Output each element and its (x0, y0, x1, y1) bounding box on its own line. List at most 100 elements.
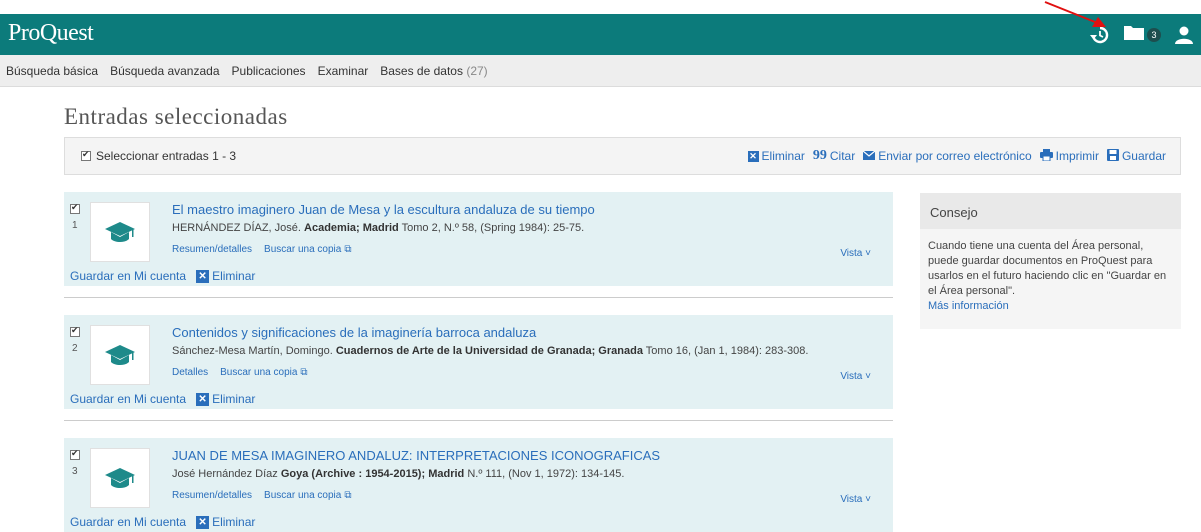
cite-label: Citar (829, 149, 856, 163)
page-title: Entradas seleccionadas (64, 104, 288, 129)
toolbar-actions: ✕ Eliminar 99 Citar Enviar por correo el… (747, 148, 1166, 164)
tip-panel: Consejo Cuando tiene una cuenta del Área… (920, 193, 1181, 329)
result-2-title[interactable]: Contenidos y significaciones de la imagi… (172, 325, 536, 340)
printer-icon (1039, 148, 1053, 164)
recent-searches-icon[interactable] (1090, 26, 1110, 44)
result-1-thumbnail[interactable] (90, 202, 150, 262)
result-2-remove-button[interactable]: ✕ Eliminar (196, 392, 255, 406)
result-3-view-label: Vista (840, 494, 863, 505)
result-3-citation: José Hernández Díaz Goya (Archive : 1954… (172, 468, 624, 480)
graduation-cap-icon (105, 345, 135, 365)
result-1-find-copy-link[interactable]: Buscar una copia ⧉ (264, 244, 351, 255)
delete-all-button[interactable]: ✕ Eliminar (747, 149, 805, 163)
folder-button[interactable]: 3 (1124, 24, 1161, 45)
result-item-3: 3 JUAN DE MESA IMAGINERO ANDALUZ: INTERP… (64, 438, 893, 532)
result-2-remove-label: Eliminar (212, 392, 256, 406)
result-1-save-account-link[interactable]: Guardar en Mi cuenta (70, 269, 186, 283)
result-3-remove-button[interactable]: ✕ Eliminar (196, 515, 255, 529)
select-all-control[interactable]: Seleccionar entradas 1 - 3 (81, 149, 236, 163)
quote-icon: 99 (812, 148, 827, 163)
select-all-checkbox[interactable] (81, 149, 91, 161)
proquest-logo[interactable]: ProQuest (8, 20, 94, 47)
nav-basic-search[interactable]: Búsqueda básica (6, 64, 98, 78)
header-icons: 3 (1090, 24, 1193, 45)
nav-databases[interactable]: Bases de datos (27) (380, 64, 487, 78)
external-link-icon: ⧉ (344, 490, 352, 501)
result-1-view-toggle[interactable]: Vista ˅ (840, 248, 871, 259)
delete-icon: ✕ (747, 150, 759, 162)
result-2-citation: Sánchez-Mesa Martín, Domingo. Cuadernos … (172, 345, 808, 357)
delete-label: Eliminar (761, 149, 805, 163)
nav-browse[interactable]: Examinar (318, 64, 369, 78)
email-button[interactable]: Enviar por correo electrónico (862, 149, 1032, 163)
graduation-cap-icon (105, 222, 135, 242)
tip-body: Cuando tiene una cuenta del Área persona… (920, 229, 1181, 314)
result-1-remove-label: Eliminar (212, 269, 256, 283)
main-nav: Búsqueda básica Búsqueda avanzada Public… (0, 55, 1201, 87)
result-3-checkbox[interactable] (70, 448, 80, 460)
nav-publications[interactable]: Publicaciones (232, 64, 306, 78)
result-2-find-copy-label: Buscar una copia (220, 367, 298, 378)
result-2-find-copy-link[interactable]: Buscar una copia ⧉ (220, 367, 307, 378)
result-2-save-account-link[interactable]: Guardar en Mi cuenta (70, 392, 186, 406)
result-3-number: 3 (72, 466, 78, 477)
save-button[interactable]: Guardar (1106, 148, 1166, 164)
tip-text: Cuando tiene una cuenta del Área persona… (928, 240, 1167, 297)
result-1-footer: Guardar en Mi cuenta ✕ Eliminar (70, 269, 255, 283)
result-3-thumbnail[interactable] (90, 448, 150, 508)
email-label: Enviar por correo electrónico (878, 149, 1032, 163)
result-2-details: Tomo 16, (Jan 1, 1984): 283-308. (645, 345, 809, 357)
print-button[interactable]: Imprimir (1039, 148, 1099, 164)
save-label: Guardar (1121, 149, 1166, 163)
result-3-author: José Hernández Díaz (172, 468, 278, 480)
delete-icon: ✕ (196, 392, 210, 406)
select-all-label: Seleccionar entradas 1 - 3 (96, 149, 237, 163)
result-2-checkbox[interactable] (70, 325, 80, 337)
result-2-author: Sánchez-Mesa Martín, Domingo. (172, 345, 333, 357)
result-3-abstract-link[interactable]: Resumen/detalles (172, 490, 252, 501)
graduation-cap-icon (105, 468, 135, 488)
result-1-details: Tomo 2, N.º 58, (Spring 1984): 25-75. (401, 222, 585, 234)
chevron-down-icon: ˅ (865, 248, 871, 259)
result-1-number: 1 (72, 220, 78, 231)
result-1-checkbox[interactable] (70, 202, 80, 214)
result-3-source: Goya (Archive : 1954-2015); Madrid (280, 468, 465, 480)
result-2-thumbnail[interactable] (90, 325, 150, 385)
result-3-find-copy-link[interactable]: Buscar una copia ⧉ (264, 490, 351, 501)
result-1-source: Academia; Madrid (304, 222, 399, 234)
external-link-icon: ⧉ (300, 367, 308, 378)
result-1-view-label: Vista (840, 248, 863, 259)
delete-icon: ✕ (196, 515, 210, 529)
result-item-2: 2 Contenidos y significaciones de la ima… (64, 315, 893, 409)
result-3-find-copy-label: Buscar una copia (264, 490, 342, 501)
result-2-footer: Guardar en Mi cuenta ✕ Eliminar (70, 392, 255, 406)
chevron-down-icon: ˅ (865, 494, 871, 505)
result-1-remove-button[interactable]: ✕ Eliminar (196, 269, 255, 283)
result-2-details-link[interactable]: Detalles (172, 367, 208, 378)
result-2-number: 2 (72, 343, 78, 354)
result-2-source: Cuadernos de Arte de la Universidad de G… (335, 345, 643, 357)
external-link-icon: ⧉ (344, 244, 352, 255)
user-icon[interactable] (1175, 26, 1193, 44)
header-bar: ProQuest 3 (0, 14, 1201, 55)
result-divider (64, 420, 893, 421)
tip-more-info-link[interactable]: Más información (928, 299, 1173, 314)
folder-icon (1124, 24, 1144, 45)
nav-databases-count: (27) (466, 63, 488, 78)
result-3-footer: Guardar en Mi cuenta ✕ Eliminar (70, 515, 255, 529)
result-2-view-toggle[interactable]: Vista ˅ (840, 371, 871, 382)
nav-advanced-search[interactable]: Búsqueda avanzada (110, 64, 219, 78)
result-2-view-label: Vista (840, 371, 863, 382)
result-divider (64, 297, 893, 298)
result-1-title[interactable]: El maestro imaginero Juan de Mesa y la e… (172, 202, 595, 217)
result-1-citation: HERNÁNDEZ DÍAZ, José. Academia; Madrid T… (172, 222, 584, 234)
result-3-view-toggle[interactable]: Vista ˅ (840, 494, 871, 505)
result-3-title[interactable]: JUAN DE MESA IMAGINERO ANDALUZ: INTERPRE… (172, 448, 660, 463)
result-3-save-account-link[interactable]: Guardar en Mi cuenta (70, 515, 186, 529)
tip-title: Consejo (920, 193, 1181, 229)
print-label: Imprimir (1055, 149, 1099, 163)
result-1-abstract-link[interactable]: Resumen/detalles (172, 244, 252, 255)
result-1-find-copy-label: Buscar una copia (264, 244, 342, 255)
result-2-links: Detalles Buscar una copia ⧉ (172, 367, 308, 378)
cite-button[interactable]: 99 Citar (813, 148, 855, 164)
